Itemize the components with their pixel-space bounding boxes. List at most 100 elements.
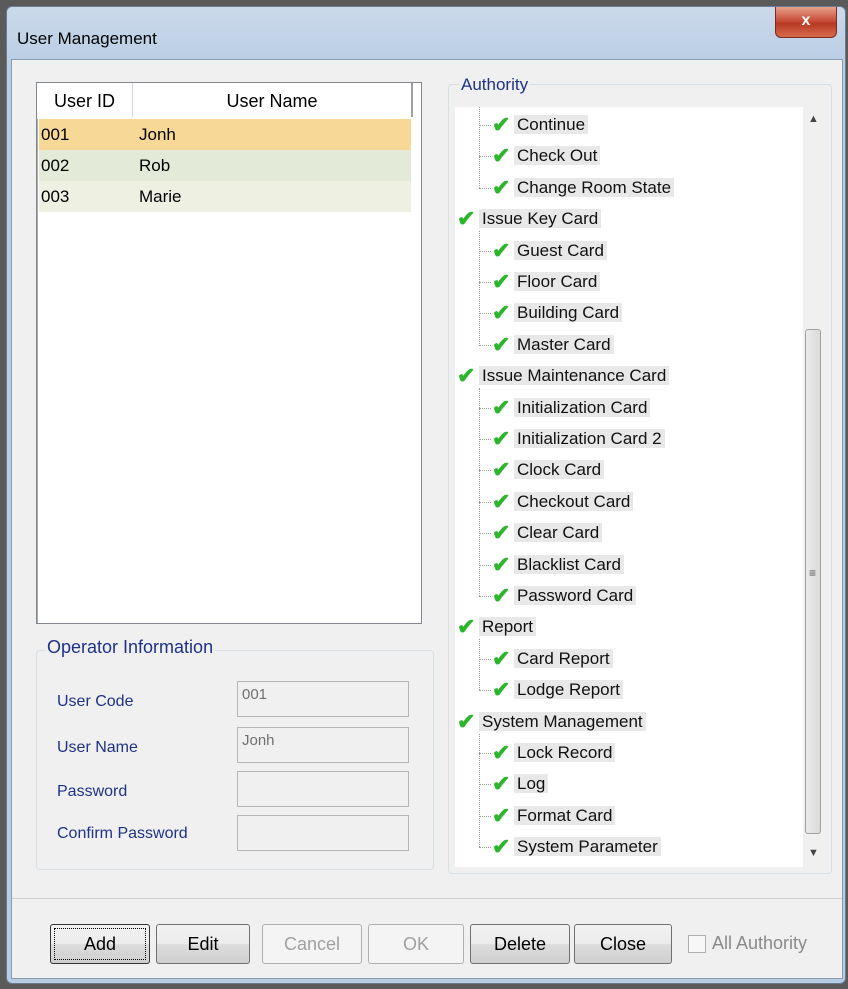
tree-node-child[interactable]: ✔ Lodge Report [479, 676, 624, 704]
table-row[interactable]: 001 Jonh [39, 119, 411, 150]
operator-information-group: Operator Information User Code 001 User … [36, 637, 434, 870]
user-name-cell: Marie [139, 187, 182, 206]
tree-node-label: Blacklist Card [514, 554, 624, 574]
password-label: Password [57, 783, 128, 800]
tree-node-label: Floor Card [514, 272, 601, 291]
user-list-header: User ID User Name [37, 83, 421, 119]
tree-node-child[interactable]: ✔ Card Report [479, 645, 613, 673]
column-header-user-name[interactable]: User Name [133, 83, 413, 117]
tree-node-child[interactable]: ✔ Building Card [479, 299, 623, 327]
tree-node-label: Continue [514, 115, 589, 134]
checkmark-icon[interactable]: ✔ [457, 613, 479, 641]
confirm-password-field[interactable] [237, 815, 409, 851]
user-name-cell: Jonh [139, 125, 176, 144]
checkmark-icon[interactable]: ✔ [492, 519, 514, 547]
checkmark-icon[interactable]: ✔ [492, 425, 514, 453]
ok-button[interactable]: OK [368, 924, 464, 964]
user-name-field[interactable]: Jonh [237, 727, 409, 763]
tree-node-label: Check Out [514, 146, 601, 166]
tree-node-child[interactable]: ✔ Change Room State [479, 174, 675, 202]
checkmark-icon[interactable]: ✔ [492, 331, 514, 359]
checkmark-icon[interactable]: ✔ [492, 802, 514, 830]
tree-connector [479, 187, 491, 189]
table-row[interactable]: 002 Rob [39, 150, 411, 181]
tree-node-label: Initialization Card [514, 397, 651, 417]
checkmark-icon[interactable]: ✔ [457, 205, 479, 233]
tree-node-child[interactable]: ✔ Floor Card [479, 268, 601, 296]
tree-node-label: Checkout Card [514, 491, 634, 511]
checkmark-icon[interactable]: ✔ [492, 268, 514, 296]
checkmark-icon[interactable]: ✔ [492, 770, 514, 798]
authority-tree[interactable]: ✔ Continue ✔ Check Out ✔ Change Room State ✔ Is… [455, 107, 825, 867]
close-button[interactable]: Close [574, 924, 672, 964]
checkmark-icon[interactable]: ✔ [457, 708, 479, 736]
checkmark-icon[interactable]: ✔ [492, 174, 514, 202]
tree-node-parent[interactable]: ✔ Issue Maintenance Card [457, 362, 670, 390]
user-id-cell: 003 [41, 187, 70, 206]
tree-node-label: Master Card [514, 334, 614, 354]
tree-connector [479, 658, 491, 660]
tree-connector-line [479, 231, 480, 345]
checkmark-icon[interactable]: ✔ [492, 394, 514, 422]
tree-node-child[interactable]: ✔ Initialization Card [479, 394, 651, 422]
user-code-field[interactable]: 001 [237, 681, 409, 717]
tree-connector [479, 282, 491, 284]
window-close-button[interactable]: x [775, 7, 837, 38]
tree-node-child[interactable]: ✔ Password Card [479, 582, 637, 610]
user-name-label: User Name [57, 739, 138, 756]
tree-node-child[interactable]: ✔ Continue [479, 111, 589, 139]
checkmark-icon[interactable]: ✔ [492, 142, 514, 170]
tree-node-parent[interactable]: ✔ Issue Key Card [457, 205, 602, 233]
user-list[interactable]: User ID User Name 001 Jonh 002 Rob 003 Marie [36, 82, 422, 624]
tree-node-parent[interactable]: ✔ System Management [457, 708, 646, 736]
checkmark-icon[interactable]: ✔ [492, 299, 514, 327]
checkmark-icon[interactable]: ✔ [492, 676, 514, 704]
tree-node-child[interactable]: ✔ Log [479, 770, 549, 798]
scrollbar-thumb[interactable]: ≡ [805, 329, 821, 834]
tree-connector [479, 847, 491, 849]
tree-connector [479, 313, 491, 315]
checkmark-icon[interactable]: ✔ [492, 739, 514, 767]
tree-node-child[interactable]: ✔ Checkout Card [479, 488, 634, 516]
checkmark-icon[interactable]: ✔ [457, 362, 479, 390]
title-bar[interactable]: User Management x [7, 7, 845, 59]
checkmark-icon[interactable]: ✔ [492, 551, 514, 579]
checkmark-icon[interactable]: ✔ [492, 833, 514, 861]
checkmark-icon[interactable]: ✔ [492, 645, 514, 673]
checkmark-icon[interactable]: ✔ [492, 111, 514, 139]
confirm-password-label: Confirm Password [57, 825, 188, 842]
tree-node-child[interactable]: ✔ Initialization Card 2 [479, 425, 665, 453]
password-field[interactable] [237, 771, 409, 807]
authority-scrollbar[interactable]: ▲ ≡ ▼ [803, 107, 825, 867]
tree-node-parent[interactable]: ✔ Report [457, 613, 537, 641]
tree-node-child[interactable]: ✔ Guest Card [479, 237, 607, 265]
scroll-up-arrow-icon[interactable]: ▲ [808, 113, 819, 125]
tree-node-child[interactable]: ✔ System Parameter [479, 833, 661, 861]
tree-connector [479, 784, 491, 786]
delete-button[interactable]: Delete [470, 924, 570, 964]
checkmark-icon[interactable]: ✔ [492, 456, 514, 484]
tree-connector [479, 596, 491, 598]
tree-node-child[interactable]: ✔ Master Card [479, 331, 614, 359]
tree-node-label: System Parameter [514, 837, 661, 857]
add-button[interactable]: Add [50, 924, 150, 964]
scroll-down-arrow-icon[interactable]: ▼ [808, 847, 819, 859]
tree-node-child[interactable]: ✔ Lock Record [479, 739, 616, 767]
tree-node-child[interactable]: ✔ Blacklist Card [479, 551, 624, 579]
checkmark-icon[interactable]: ✔ [492, 488, 514, 516]
checkmark-icon[interactable]: ✔ [492, 237, 514, 265]
tree-connector [479, 156, 491, 158]
tree-node-child[interactable]: ✔ Check Out [479, 142, 601, 170]
cancel-button[interactable]: Cancel [262, 924, 362, 964]
tree-node-label: System Management [479, 711, 646, 731]
tree-node-child[interactable]: ✔ Clock Card [479, 456, 605, 484]
table-row[interactable]: 003 Marie [39, 181, 411, 212]
tree-connector [479, 125, 491, 127]
edit-button[interactable]: Edit [156, 924, 250, 964]
tree-connector [479, 690, 491, 692]
tree-node-child[interactable]: ✔ Clear Card [479, 519, 603, 547]
all-authority-checkbox[interactable] [688, 935, 706, 953]
column-header-user-id[interactable]: User ID [37, 83, 133, 117]
tree-node-child[interactable]: ✔ Format Card [479, 802, 616, 830]
checkmark-icon[interactable]: ✔ [492, 582, 514, 610]
